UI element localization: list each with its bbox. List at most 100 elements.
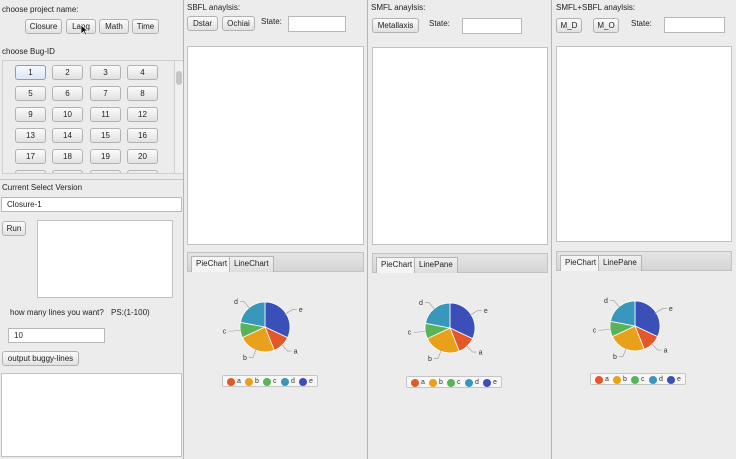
pie-label-d: d bbox=[234, 299, 238, 306]
project-math-button[interactable]: Math bbox=[99, 19, 129, 34]
bug-id-button-clipped[interactable] bbox=[15, 170, 46, 173]
bug-id-button-10[interactable]: 10 bbox=[52, 107, 83, 122]
pie-slice-d bbox=[609, 300, 636, 327]
pie-label-d: d bbox=[419, 300, 423, 307]
bug-id-button-clipped[interactable] bbox=[127, 170, 158, 173]
bug-id-button-4[interactable]: 4 bbox=[127, 65, 158, 80]
buggy-lines-output-area[interactable] bbox=[1, 373, 182, 457]
bug-id-button-16[interactable]: 16 bbox=[127, 128, 158, 143]
tab-linechart[interactable]: LineChart bbox=[229, 256, 274, 272]
pie-label-b: b bbox=[243, 355, 247, 362]
tab-linepane[interactable]: LinePane bbox=[414, 257, 458, 273]
metallaxis-button[interactable]: Metallaxis bbox=[372, 18, 419, 33]
sbfl-state-label: State: bbox=[261, 17, 282, 26]
bug-id-button-2[interactable]: 2 bbox=[52, 65, 83, 80]
pie-label-a: a bbox=[479, 350, 483, 357]
bug-id-button-3[interactable]: 3 bbox=[90, 65, 121, 80]
smfl-sbfl-pie-legend: a b c d e bbox=[590, 373, 686, 385]
smfl-chart-tabs: PieChart LinePane bbox=[372, 253, 548, 273]
pie-label-a: a bbox=[294, 349, 298, 356]
lines-count-input[interactable]: 10 bbox=[8, 328, 105, 343]
legend-label-c: c bbox=[273, 378, 277, 385]
pie-label-a: a bbox=[664, 348, 668, 355]
project-time-button[interactable]: Time bbox=[132, 19, 159, 34]
legend-label-d: d bbox=[659, 376, 663, 383]
bug-id-button-clipped[interactable] bbox=[90, 170, 121, 173]
m-d-button[interactable]: M_D bbox=[556, 18, 582, 33]
smfl-sbfl-result-area[interactable] bbox=[556, 46, 732, 242]
smfl-title: SMFL anaylsis: bbox=[371, 3, 426, 12]
project-label: choose project name: bbox=[2, 5, 79, 14]
legend-swatch-c bbox=[263, 378, 271, 386]
smfl-sbfl-chart-tabs: PieChart LinePane bbox=[556, 251, 732, 271]
legend-swatch-a bbox=[595, 376, 603, 384]
bug-id-button-5[interactable]: 5 bbox=[15, 86, 46, 101]
smfl-state-label: State: bbox=[429, 19, 450, 28]
bug-grid-scrollbar[interactable] bbox=[174, 61, 183, 173]
smfl-pie-chart: e a b c d bbox=[408, 300, 488, 363]
scrollbar-thumb[interactable] bbox=[176, 71, 182, 85]
bug-id-button-12[interactable]: 12 bbox=[127, 107, 158, 122]
bug-id-button-clipped[interactable] bbox=[52, 170, 83, 173]
tab-linepane[interactable]: LinePane bbox=[598, 255, 642, 271]
pie-label-c: c bbox=[223, 329, 227, 336]
legend-label-e: e bbox=[493, 379, 497, 386]
legend-label-d: d bbox=[291, 378, 295, 385]
legend-label-b: b bbox=[255, 378, 259, 385]
smfl-result-area[interactable] bbox=[372, 47, 548, 245]
legend-label-e: e bbox=[309, 378, 313, 385]
legend-label-e: e bbox=[677, 376, 681, 383]
sbfl-state-field[interactable] bbox=[288, 16, 346, 32]
bug-id-button-1[interactable]: 1 bbox=[15, 65, 46, 80]
project-closure-button[interactable]: Closure bbox=[25, 19, 62, 34]
legend-label-c: c bbox=[641, 376, 645, 383]
legend-label-b: b bbox=[623, 376, 627, 383]
legend-swatch-b bbox=[613, 376, 621, 384]
legend-label-a: a bbox=[237, 378, 241, 385]
bug-id-button-8[interactable]: 8 bbox=[127, 86, 158, 101]
bug-id-button-17[interactable]: 17 bbox=[15, 149, 46, 164]
run-button[interactable]: Run bbox=[2, 221, 26, 236]
ochiai-button[interactable]: Ochiai bbox=[222, 16, 255, 31]
pie-slice-d bbox=[239, 301, 266, 328]
pie-label-d: d bbox=[604, 298, 608, 305]
legend-swatch-b bbox=[429, 379, 437, 387]
bug-id-button-15[interactable]: 15 bbox=[90, 128, 121, 143]
smfl-state-field[interactable] bbox=[462, 18, 522, 34]
sbfl-title: SBFL anaylsis: bbox=[187, 3, 241, 12]
m-o-button[interactable]: M_O bbox=[593, 18, 619, 33]
tab-piechart[interactable]: PieChart bbox=[560, 255, 602, 271]
legend-label-b: b bbox=[439, 379, 443, 386]
current-version-label: Current Select Version bbox=[2, 183, 83, 192]
pie-label-e: e bbox=[669, 306, 673, 313]
legend-swatch-c bbox=[631, 376, 639, 384]
sbfl-pie-legend: a b c d e bbox=[222, 375, 318, 387]
tab-piechart[interactable]: PieChart bbox=[376, 257, 418, 273]
bug-id-button-6[interactable]: 6 bbox=[52, 86, 83, 101]
current-version-field[interactable]: Closure-1 bbox=[1, 197, 182, 212]
legend-swatch-e bbox=[299, 378, 307, 386]
run-output-area[interactable] bbox=[37, 220, 173, 298]
output-buggy-lines-button[interactable]: output buggy-lines bbox=[2, 351, 79, 366]
pie-label-b: b bbox=[428, 356, 432, 363]
sbfl-result-area[interactable] bbox=[187, 46, 364, 245]
bug-id-button-13[interactable]: 13 bbox=[15, 128, 46, 143]
smfl-sbfl-state-label: State: bbox=[631, 19, 652, 28]
bug-id-button-20[interactable]: 20 bbox=[127, 149, 158, 164]
dstar-button[interactable]: Dstar bbox=[187, 16, 218, 31]
smfl-sbfl-title: SMFL+SBFL anaylsis: bbox=[556, 3, 636, 12]
smfl-sbfl-state-field[interactable] bbox=[664, 17, 725, 33]
sbfl-pie-chart: e a b c d bbox=[223, 299, 303, 362]
bug-id-button-14[interactable]: 14 bbox=[52, 128, 83, 143]
bug-id-button-11[interactable]: 11 bbox=[90, 107, 121, 122]
pie-slice-d bbox=[424, 302, 451, 329]
bug-id-button-18[interactable]: 18 bbox=[52, 149, 83, 164]
legend-swatch-b bbox=[245, 378, 253, 386]
bug-id-button-9[interactable]: 9 bbox=[15, 107, 46, 122]
legend-swatch-c bbox=[447, 379, 455, 387]
pie-label-b: b bbox=[613, 354, 617, 361]
bug-id-button-19[interactable]: 19 bbox=[90, 149, 121, 164]
tab-piechart[interactable]: PieChart bbox=[191, 256, 233, 272]
bug-id-button-7[interactable]: 7 bbox=[90, 86, 121, 101]
legend-swatch-d bbox=[281, 378, 289, 386]
